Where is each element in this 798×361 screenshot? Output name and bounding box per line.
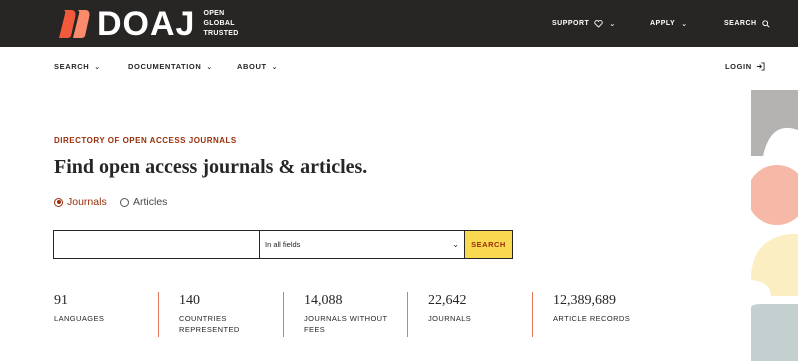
- subnav-search[interactable]: SEARCH ⌄: [54, 62, 101, 71]
- radio-journals-label: Journals: [67, 196, 107, 208]
- stat-label-line: COUNTRIES: [179, 314, 227, 323]
- radio-journals[interactable]: Journals: [54, 196, 107, 208]
- login-icon: [756, 62, 765, 71]
- radio-articles-label: Articles: [133, 196, 168, 208]
- directory-eyebrow: DIRECTORY OF OPEN ACCESS JOURNALS: [54, 136, 237, 145]
- top-header-bar: DOAJ OPEN GLOBAL TRUSTED SUPPORT ⌄ APPLY…: [0, 0, 798, 47]
- radio-button-unchecked[interactable]: [120, 197, 129, 207]
- stat-value: 14,088: [304, 293, 343, 308]
- search-input[interactable]: [53, 230, 259, 259]
- subnav-documentation[interactable]: DOCUMENTATION ⌄: [128, 62, 213, 71]
- subnav-about[interactable]: ABOUT ⌄: [237, 62, 278, 71]
- subnav-about-label: ABOUT: [237, 62, 267, 71]
- stat-label-line: LANGUAGES: [54, 314, 105, 323]
- logo-tagline-line: TRUSTED: [203, 30, 239, 37]
- search-field-select[interactable]: In all fields ⌄: [259, 230, 465, 259]
- stat-journals-without-fees: 14,088 JOURNALS WITHOUT FEES: [304, 293, 414, 335]
- stat-label-line: REPRESENTED: [179, 325, 240, 334]
- search-form: In all fields ⌄ SEARCH: [53, 230, 513, 259]
- radio-button-checked[interactable]: [54, 197, 63, 207]
- stat-label: JOURNALS: [428, 313, 538, 324]
- chevron-down-icon: ⌄: [681, 20, 688, 28]
- stat-value: 91: [54, 293, 68, 308]
- chevron-down-icon: ⌄: [271, 63, 279, 71]
- topnav-search[interactable]: SEARCH: [724, 0, 770, 47]
- subnav-documentation-label: DOCUMENTATION: [128, 62, 202, 71]
- stat-label-line: FEES: [304, 325, 326, 334]
- chevron-down-icon: ⌄: [94, 63, 101, 71]
- search-icon: [761, 19, 770, 28]
- chevron-down-icon: ⌄: [609, 20, 616, 28]
- stat-label: ARTICLE RECORDS: [553, 313, 663, 324]
- stat-article-records: 12,389,689 ARTICLE RECORDS: [553, 293, 663, 324]
- logo-tagline-line: OPEN: [203, 10, 225, 17]
- stat-languages: 91 LANGUAGES: [54, 293, 164, 324]
- stat-label-line: JOURNALS: [428, 314, 472, 323]
- stat-label: COUNTRIES REPRESENTED: [179, 313, 289, 335]
- stat-label: JOURNALS WITHOUT FEES: [304, 313, 414, 335]
- topnav-apply-label: APPLY: [650, 20, 676, 27]
- stat-divider: [283, 292, 284, 337]
- stat-divider: [532, 292, 533, 337]
- topnav-support-label: SUPPORT: [552, 20, 590, 27]
- topnav-apply[interactable]: APPLY ⌄: [650, 0, 688, 47]
- page-title: Find open access journals & articles.: [54, 156, 368, 178]
- stat-label-line: JOURNALS WITHOUT: [304, 314, 388, 323]
- stat-label: LANGUAGES: [54, 313, 164, 324]
- stat-journals: 22,642 JOURNALS: [428, 293, 538, 324]
- login-label: LOGIN: [725, 62, 752, 71]
- search-field-select-value: In all fields: [265, 240, 301, 249]
- login-link[interactable]: LOGIN: [725, 62, 765, 71]
- radio-articles[interactable]: Articles: [120, 196, 167, 208]
- stat-label-line: ARTICLE RECORDS: [553, 314, 631, 323]
- doaj-logo[interactable]: DOAJ OPEN GLOBAL TRUSTED: [57, 5, 239, 43]
- stat-countries: 140 COUNTRIES REPRESENTED: [179, 293, 289, 335]
- chevron-down-icon: ⌄: [452, 240, 459, 249]
- doaj-logo-icon: [59, 10, 90, 38]
- topnav-search-label: SEARCH: [724, 20, 757, 27]
- stat-value: 140: [179, 293, 200, 308]
- stat-divider: [158, 292, 159, 337]
- topnav-support[interactable]: SUPPORT ⌄: [552, 0, 616, 47]
- logo-tagline-line: GLOBAL: [203, 20, 235, 27]
- decorative-shapes: [751, 90, 798, 361]
- stat-divider: [407, 292, 408, 337]
- stat-value: 22,642: [428, 293, 467, 308]
- subnav-search-label: SEARCH: [54, 62, 90, 71]
- logo-tagline: OPEN GLOBAL TRUSTED: [203, 9, 238, 39]
- logo-wordmark: DOAJ: [97, 5, 196, 43]
- stat-value: 12,389,689: [553, 293, 616, 308]
- heart-icon: [594, 19, 604, 28]
- chevron-down-icon: ⌄: [206, 63, 213, 71]
- search-button[interactable]: SEARCH: [465, 230, 513, 259]
